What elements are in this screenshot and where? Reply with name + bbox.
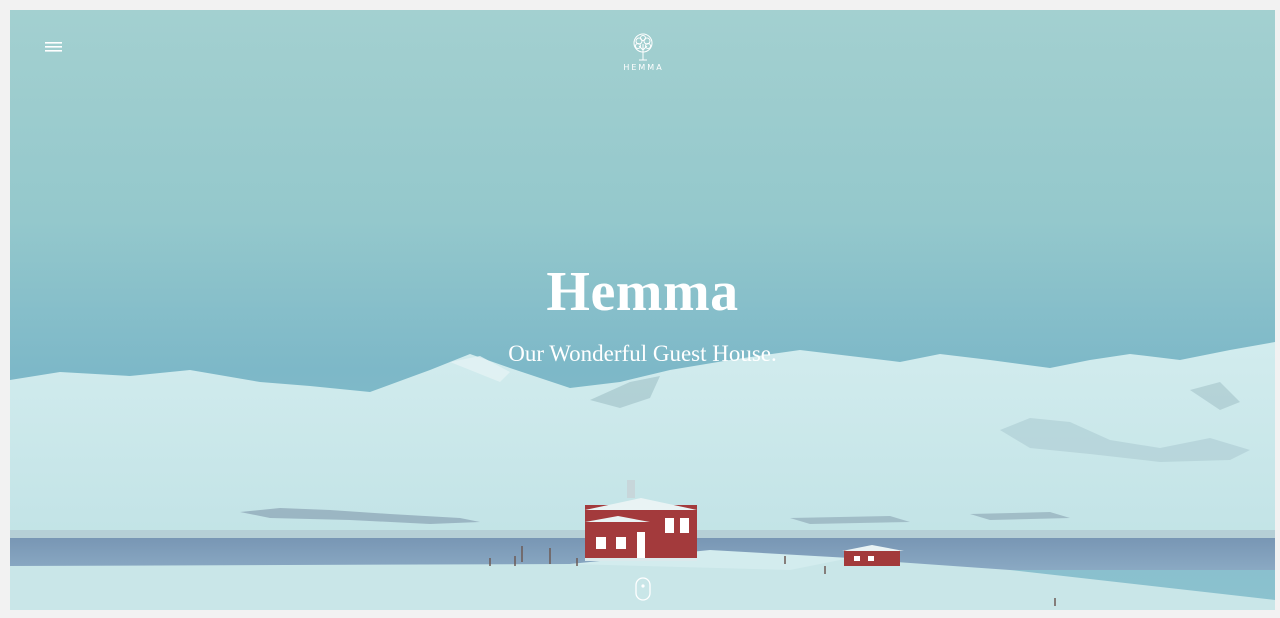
logo-text: HEMMA: [623, 63, 664, 72]
menu-button[interactable]: [42, 38, 66, 56]
scroll-down-button[interactable]: [634, 577, 651, 601]
hero-subtitle: Our Wonderful Guest House.: [508, 340, 777, 366]
hamburger-menu-icon[interactable]: [42, 38, 66, 56]
hero-content: Hemma Our Wonderful Guest House.: [10, 261, 1275, 367]
site-logo[interactable]: HEMMA: [613, 32, 673, 72]
hero-title: Hemma: [546, 261, 739, 323]
mouse-scroll-icon[interactable]: [634, 577, 651, 601]
hero-section: HEMMA Hemma Our Wonderful Guest House.: [10, 10, 1275, 610]
tree-icon: [633, 33, 652, 61]
